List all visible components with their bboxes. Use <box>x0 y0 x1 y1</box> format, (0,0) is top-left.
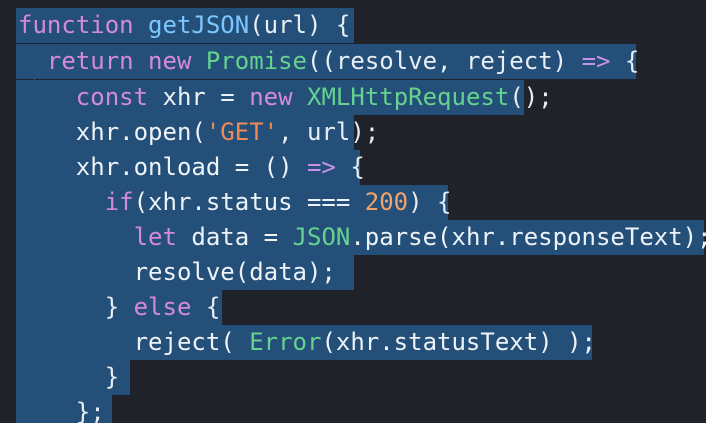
code-token: else <box>133 293 192 321</box>
code-token: => <box>306 153 336 181</box>
code-token: , url); <box>278 118 380 146</box>
code-token: xhr.open( <box>18 118 206 146</box>
code-text: resolve(data); <box>18 255 336 290</box>
code-text: function getJSON(url) { <box>18 8 350 43</box>
code-text: } else { <box>18 290 221 325</box>
code-token: { <box>191 293 221 321</box>
code-token: (xhr.statusText) ); <box>321 328 596 356</box>
code-token: { <box>610 47 640 75</box>
code-text: reject( Error(xhr.statusText) ); <box>18 325 596 360</box>
code-token: ((resolve, reject) <box>307 47 582 75</box>
code-token: getJSON <box>148 11 250 39</box>
code-token: new <box>249 83 293 111</box>
code-token: .parse(xhr.responseText); <box>350 223 706 251</box>
code-text: }; <box>18 395 105 423</box>
code-text: } <box>18 360 119 395</box>
code-text: if(xhr.status === 200) { <box>18 185 452 220</box>
code-token: reject( <box>18 328 250 356</box>
code-token: Error <box>249 328 322 356</box>
code-text: let data = JSON.parse(xhr.responseText); <box>18 220 706 255</box>
code-token: const <box>18 83 149 111</box>
code-token: if <box>18 188 134 216</box>
code-token: }; <box>18 398 105 423</box>
code-token: } <box>18 363 120 391</box>
code-token: { <box>335 153 365 181</box>
code-token: let <box>18 223 177 251</box>
code-token: 200 <box>364 188 409 216</box>
code-editor[interactable]: I function getJSON(url) { return new Pro… <box>0 0 706 423</box>
code-token: JSON <box>292 223 351 251</box>
code-token: data = <box>176 223 293 251</box>
code-token: } <box>18 293 134 321</box>
code-token: return <box>18 47 134 75</box>
code-token: xhr = <box>148 83 250 111</box>
code-token: (url) { <box>249 11 351 39</box>
code-text: const xhr = new XMLHttpRequest(); <box>18 80 553 115</box>
code-token: function <box>18 11 134 39</box>
code-token: (xhr.status === <box>133 188 365 216</box>
code-token: XMLHttpRequest <box>307 83 510 111</box>
code-token: xhr.onload = () <box>18 153 307 181</box>
code-text: return new Promise((resolve, reject) => … <box>18 44 639 79</box>
code-token: ) { <box>408 188 452 216</box>
code-token: new <box>148 47 192 75</box>
code-text: xhr.onload = () => { <box>18 150 365 185</box>
code-token: (); <box>509 83 553 111</box>
code-token: 'GET' <box>205 118 279 146</box>
code-token: => <box>581 47 611 75</box>
code-token: resolve(data); <box>18 258 336 286</box>
code-token: Promise <box>205 47 308 75</box>
code-text: xhr.open('GET', url); <box>18 115 379 150</box>
